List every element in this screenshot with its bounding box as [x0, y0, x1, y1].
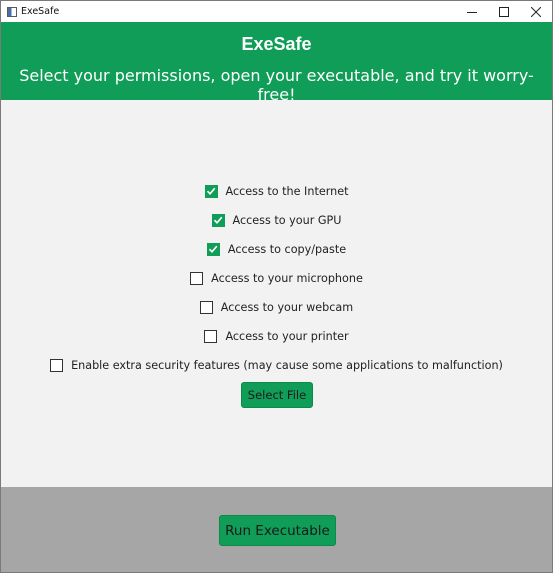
- permission-option-internet[interactable]: Access to the Internet: [204, 184, 349, 198]
- permission-label-microphone: Access to your microphone: [211, 271, 363, 285]
- minimize-button[interactable]: [456, 1, 488, 22]
- select-file-button[interactable]: Select File: [241, 382, 313, 408]
- permission-label-printer: Access to your printer: [225, 329, 349, 343]
- close-icon: [531, 6, 541, 17]
- checkbox-printer[interactable]: [204, 329, 218, 343]
- maximize-button[interactable]: [488, 1, 520, 22]
- window-controls: [456, 1, 552, 22]
- permission-row-extra-security: Enable extra security features (may caus…: [1, 355, 552, 375]
- checkbox-gpu[interactable]: [211, 213, 225, 227]
- permission-label-gpu: Access to your GPU: [232, 213, 342, 227]
- window-title: ExeSafe: [21, 6, 60, 17]
- permission-option-extra-security[interactable]: Enable extra security features (may caus…: [50, 358, 503, 372]
- permission-row-microphone: Access to your microphone: [1, 268, 552, 288]
- permission-row-gpu: Access to your GPU: [1, 210, 552, 230]
- permission-option-clipboard[interactable]: Access to copy/paste: [206, 242, 347, 256]
- run-executable-button[interactable]: Run Executable: [219, 515, 336, 546]
- app-icon: [7, 6, 17, 17]
- permission-option-gpu[interactable]: Access to your GPU: [211, 213, 342, 227]
- header-subtitle: Select your permissions, open your execu…: [19, 66, 534, 104]
- checkbox-internet[interactable]: [204, 184, 218, 198]
- checkbox-extra-security[interactable]: [50, 358, 64, 372]
- permission-label-internet: Access to the Internet: [225, 184, 349, 198]
- checkmark-icon: [206, 187, 216, 195]
- permission-row-webcam: Access to your webcam: [1, 297, 552, 317]
- footer-bar: Run Executable: [1, 487, 552, 572]
- header-banner: ExeSafe Select your permissions, open yo…: [1, 22, 552, 104]
- checkmark-icon: [209, 245, 218, 253]
- permission-row-printer: Access to your printer: [1, 326, 552, 346]
- permission-option-webcam[interactable]: Access to your webcam: [199, 300, 354, 314]
- close-button[interactable]: [520, 1, 552, 22]
- permission-label-webcam: Access to your webcam: [220, 300, 354, 314]
- app-window: ExeSafe ExeSafe Select your permissions,…: [0, 0, 553, 573]
- permission-option-printer[interactable]: Access to your printer: [204, 329, 349, 343]
- checkmark-icon: [213, 216, 223, 224]
- checkbox-microphone[interactable]: [190, 271, 204, 285]
- checkbox-webcam[interactable]: [199, 300, 213, 314]
- header-title: ExeSafe: [241, 34, 312, 54]
- maximize-icon: [499, 6, 509, 17]
- minimize-icon: [467, 11, 477, 13]
- permission-label-clipboard: Access to copy/paste: [227, 242, 347, 256]
- title-bar[interactable]: ExeSafe: [1, 1, 552, 22]
- checkbox-clipboard[interactable]: [206, 242, 220, 256]
- permission-row-internet: Access to the Internet: [1, 181, 552, 201]
- permission-row-clipboard: Access to copy/paste: [1, 239, 552, 259]
- permission-label-extra-security: Enable extra security features (may caus…: [71, 358, 503, 372]
- permission-option-microphone[interactable]: Access to your microphone: [190, 271, 363, 285]
